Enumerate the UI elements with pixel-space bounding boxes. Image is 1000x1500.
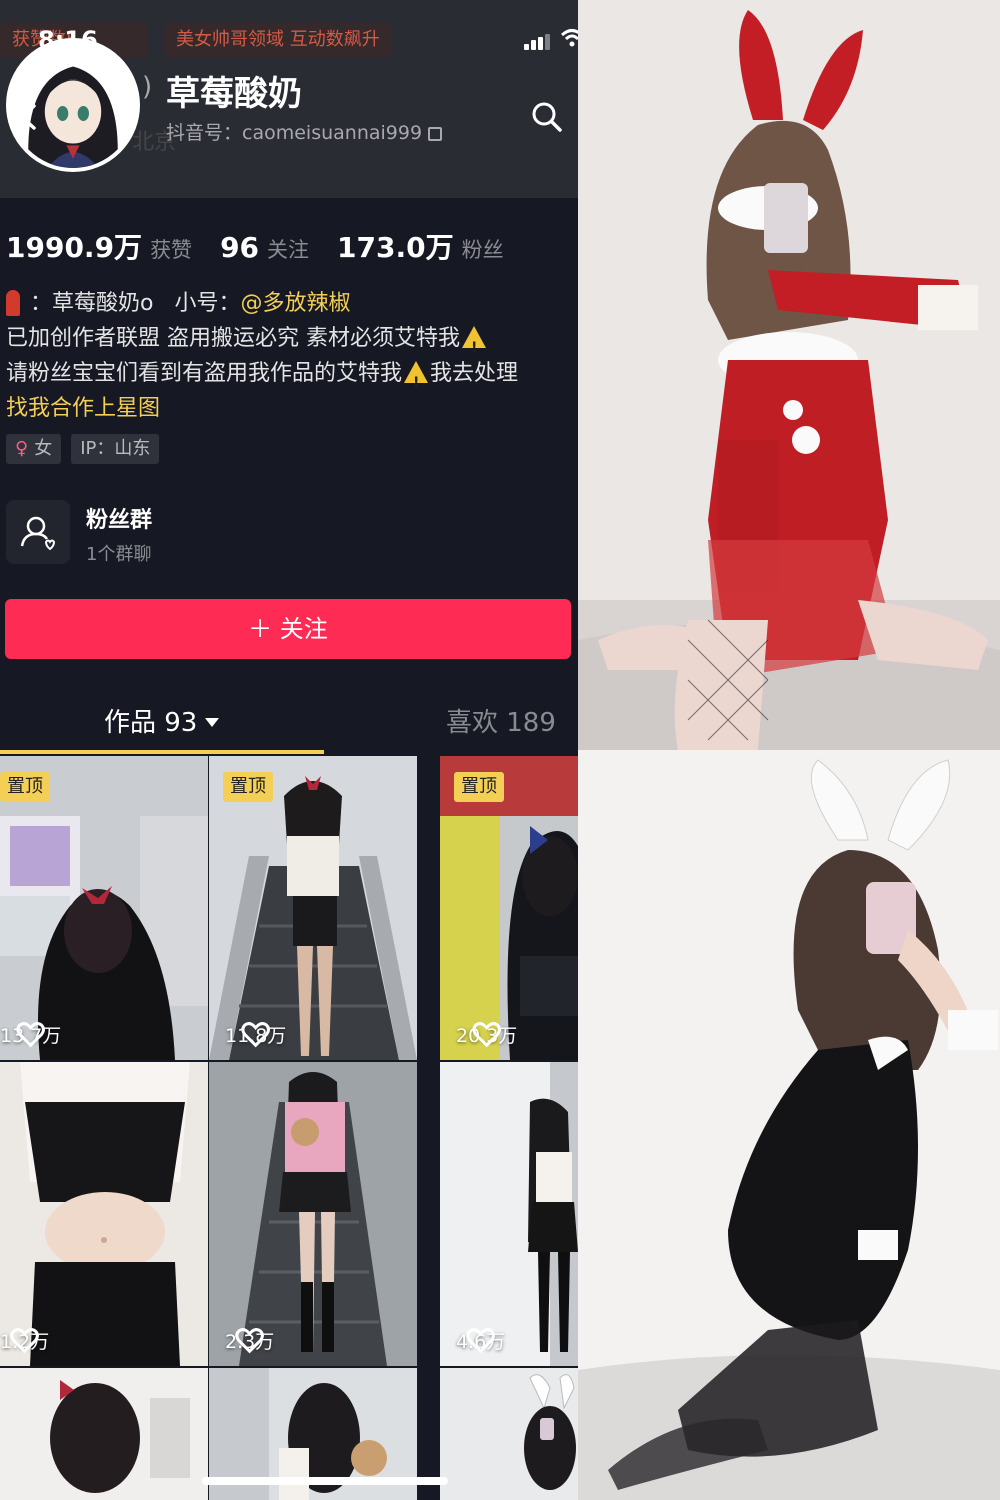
heart-icon <box>16 1022 45 1048</box>
stat-num: 173.0万 <box>337 231 454 264</box>
stat-label: 粉丝 <box>461 238 504 262</box>
video-likes: 4.6万 <box>456 1327 505 1354</box>
stat-label: 获赞 <box>150 238 193 262</box>
pinned-badge: 置顶 <box>223 772 273 802</box>
warning-icon <box>462 326 486 366</box>
video-likes: 13.7万 <box>0 1021 61 1048</box>
video-thumbnail <box>0 1062 208 1366</box>
heart-icon <box>10 1328 39 1354</box>
video-thumbnail <box>0 1368 208 1500</box>
video-tile[interactable]: 置顶 20.3万 <box>440 756 578 1060</box>
stat-likes[interactable]: 1990.9万 获赞 <box>6 226 192 266</box>
video-tile[interactable]: 1.2万 <box>0 1062 208 1366</box>
photo-red-costume <box>578 0 1000 750</box>
bio: ：草莓酸奶o 小号：@多放辣椒 已加创作者联盟 盗用搬运必究 素材必须艾特我 请… <box>6 286 576 426</box>
fan-group-sub: 1个群聊 <box>86 544 152 565</box>
copy-icon[interactable] <box>428 127 443 141</box>
pinned-badge: 置顶 <box>454 772 504 802</box>
stat-num: 1990.9万 <box>6 231 143 264</box>
video-tile[interactable] <box>440 1368 578 1500</box>
bio-line-3a: 请粉丝宝宝们看到有盗用我作品的艾特我 <box>6 361 403 386</box>
bio-line-3: 请粉丝宝宝们看到有盗用我作品的艾特我我去处理 <box>6 356 576 401</box>
follow-button[interactable]: ＋ 关注 <box>5 599 571 659</box>
video-tile[interactable]: 置顶 11.8万 <box>209 756 417 1060</box>
video-tile[interactable]: 2.3万 <box>209 1062 417 1366</box>
stats-row: 1990.9万 获赞 96 关注 173.0万 粉丝 <box>6 226 532 266</box>
promo-banner-right[interactable]: 美女帅哥领域 互动数飙升 <box>164 22 392 58</box>
stat-num: 96 <box>220 231 260 264</box>
signal-icon <box>524 34 554 50</box>
video-thumbnail <box>209 1062 417 1366</box>
heart-icon <box>235 1328 264 1354</box>
video-tile[interactable]: 置顶 13.7万 <box>0 756 208 1060</box>
tab-likes[interactable]: 喜欢 189 <box>446 702 556 739</box>
bio-line-2-text: 已加创作者联盟 盗用搬运必究 素材必须艾特我 <box>6 326 460 351</box>
video-thumbnail <box>440 1368 578 1500</box>
search-icon[interactable] <box>530 100 564 134</box>
tab-underline <box>0 750 324 754</box>
wifi-icon <box>560 29 578 47</box>
gender-badge: ♀ 女 <box>6 434 62 464</box>
back-icon[interactable] <box>14 102 44 132</box>
tab-works[interactable]: 作品 93 <box>104 702 220 739</box>
profile-screen: 获赞数5 美女帅哥领域 互动数飙升 8:16 ) 草莓酸奶 北京 抖音号：cao… <box>0 0 578 1500</box>
stat-following[interactable]: 96 关注 <box>220 231 309 264</box>
douyin-id-text: 抖音号：caomeisuannai999 <box>166 122 423 144</box>
bio-line-1: ：草莓酸奶o 小号：@多放辣椒 <box>6 286 576 321</box>
warning-icon <box>404 361 429 401</box>
video-likes: 11.8万 <box>225 1021 286 1048</box>
video-likes: 1.2万 <box>0 1327 49 1354</box>
video-likes: 20.3万 <box>456 1021 517 1048</box>
heart-icon <box>241 1022 270 1048</box>
pinned-badge: 置顶 <box>0 772 50 802</box>
photo-black-costume <box>578 750 1000 1500</box>
bio-line-2: 已加创作者联盟 盗用搬运必究 素材必须艾特我 <box>6 321 576 366</box>
fan-group-title[interactable]: 粉丝群 <box>86 502 152 534</box>
stat-label: 关注 <box>267 238 310 262</box>
video-likes: 2.3万 <box>225 1327 274 1354</box>
ip-badge: IP：山东 <box>71 434 160 464</box>
video-thumbnail <box>440 1062 578 1366</box>
female-icon: ♀ <box>15 438 29 459</box>
douyin-id[interactable]: 抖音号：caomeisuannai999 <box>166 118 443 145</box>
bio-line-1-prefix: ：草莓酸奶o <box>30 291 154 316</box>
stat-followers[interactable]: 173.0万 粉丝 <box>337 226 504 266</box>
heart-icon <box>466 1328 495 1354</box>
profile-name: 草莓酸奶 <box>166 74 302 114</box>
ribbon-icon <box>6 290 20 316</box>
video-tile[interactable] <box>0 1368 208 1500</box>
fan-group-icon[interactable] <box>6 500 70 564</box>
bio-line-4[interactable]: 找我合作上星图 <box>6 391 576 426</box>
alt-account-link[interactable]: @多放辣椒 <box>240 291 350 316</box>
heart-icon <box>472 1022 501 1048</box>
header-paren: ) <box>142 72 153 102</box>
caret-down-icon <box>205 718 220 727</box>
bio-alt-label: 小号： <box>174 291 241 316</box>
home-indicator[interactable] <box>202 1477 448 1485</box>
video-tile[interactable]: 4.6万 <box>440 1062 578 1366</box>
tab-works-label: 作品 93 <box>104 708 198 738</box>
gender-text: 女 <box>34 438 53 459</box>
badges: ♀ 女 IP：山东 <box>6 434 169 464</box>
